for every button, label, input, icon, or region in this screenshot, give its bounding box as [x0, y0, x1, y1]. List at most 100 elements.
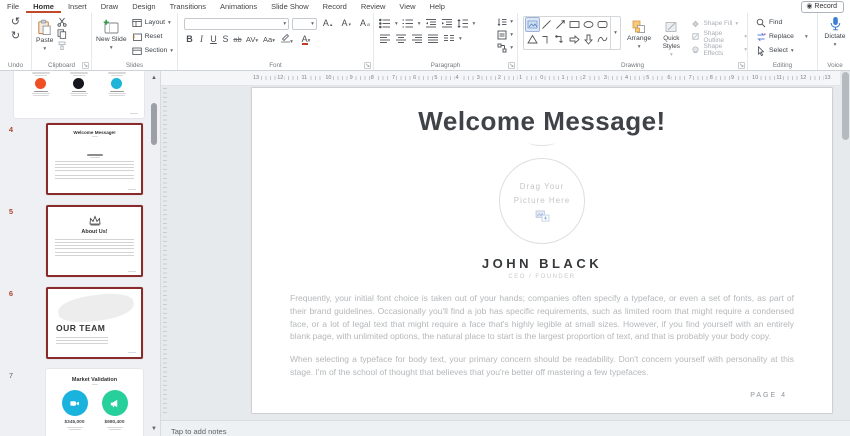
shapes-gallery-more-button[interactable]: ▾ — [610, 17, 620, 49]
triangle-shape-icon[interactable] — [526, 33, 539, 46]
character-spacing-button[interactable]: AV▾ — [244, 35, 260, 44]
strikethrough-button[interactable]: ab — [232, 35, 243, 44]
person-role[interactable]: CEO / FOUNDER — [252, 274, 832, 280]
down-arrow-shape-icon[interactable] — [582, 33, 595, 46]
thumbnail-slide-6[interactable]: OUR TEAM — [46, 287, 143, 359]
redo-icon[interactable]: ↻ — [0, 31, 31, 42]
thumb-scrollbar[interactable] — [151, 103, 157, 145]
slide-canvas[interactable]: Welcome Message! Drag Your Picture Here — [252, 88, 832, 413]
bullets-icon[interactable] — [379, 18, 391, 29]
change-case-button[interactable]: Aa▾ — [261, 35, 277, 44]
text-direction-button[interactable]: ▾ — [497, 16, 513, 27]
elbow-arrow-connector-shape-icon[interactable] — [554, 33, 567, 46]
freeform-shape-icon[interactable] — [596, 33, 609, 46]
decrease-font-size-button[interactable]: A ▾ — [338, 17, 354, 30]
justify-icon[interactable] — [427, 33, 439, 44]
thumb-scroll-up-icon[interactable]: ▲ — [151, 75, 157, 81]
replace-button[interactable]: Replace ▾ — [756, 31, 817, 42]
clipboard-dialog-launcher-icon[interactable]: ↘ — [82, 62, 89, 69]
menu-review[interactable]: Review — [354, 0, 393, 13]
line-spacing-icon[interactable] — [457, 18, 469, 29]
picture-placeholder-circle[interactable]: Drag Your Picture Here — [499, 158, 585, 244]
font-name-combobox[interactable]: ▾ — [184, 18, 289, 30]
elbow-connector-shape-icon[interactable] — [540, 33, 553, 46]
menu-record[interactable]: Record — [316, 0, 354, 13]
numbering-icon[interactable] — [402, 18, 414, 29]
align-center-icon[interactable] — [395, 33, 407, 44]
rounded-rectangle-shape-icon[interactable] — [596, 18, 609, 31]
line-shape-icon[interactable] — [540, 18, 553, 31]
align-right-icon[interactable] — [411, 33, 423, 44]
shape-effects-button[interactable]: Shape Effects ▾ — [691, 44, 747, 55]
cut-icon[interactable] — [57, 17, 67, 27]
oval-shape-icon[interactable] — [582, 18, 595, 31]
slide-title[interactable]: Welcome Message! — [252, 106, 832, 137]
format-painter-icon[interactable] — [57, 41, 67, 51]
find-button[interactable]: Find — [756, 17, 817, 28]
align-text-button[interactable]: ▾ — [497, 29, 513, 40]
font-dialog-launcher-icon[interactable]: ↘ — [364, 62, 371, 69]
notes-bar[interactable]: Tap to add notes — [161, 420, 850, 436]
line-arrow-shape-icon[interactable] — [554, 18, 567, 31]
right-arrow-shape-icon[interactable] — [568, 33, 581, 46]
decrease-indent-icon[interactable] — [425, 18, 437, 29]
text-highlight-button[interactable]: ▾ — [278, 33, 296, 45]
font-color-button[interactable]: A▾ — [297, 34, 315, 45]
thumbnail-slide-5[interactable]: About Us! — [46, 205, 143, 277]
drawing-dialog-launcher-icon[interactable]: ↘ — [738, 62, 745, 69]
rectangle-shape-icon[interactable] — [568, 18, 581, 31]
shadow-button[interactable]: S — [220, 34, 231, 44]
layout-button[interactable]: Layout ▾ — [132, 17, 173, 28]
picture-placeholder-shape-icon[interactable] — [526, 18, 539, 31]
thumbnail-slide-7[interactable]: Market Validation $345,000 — [46, 369, 143, 436]
team-member-mini — [60, 72, 98, 96]
line-spacing-dropdown-icon[interactable]: ▾ — [473, 21, 476, 27]
menu-draw[interactable]: Draw — [94, 0, 126, 13]
menu-view[interactable]: View — [392, 0, 422, 13]
select-button[interactable]: Select ▾ — [756, 45, 817, 56]
font-name-dropdown-icon[interactable]: ▾ — [283, 21, 286, 27]
main-scrollbar[interactable] — [842, 72, 849, 140]
insert-picture-icon[interactable] — [535, 210, 550, 222]
copy-icon[interactable] — [57, 29, 67, 39]
new-slide-dropdown-icon[interactable]: ▾ — [110, 45, 113, 51]
increase-indent-icon[interactable] — [441, 18, 453, 29]
italic-button[interactable]: I — [196, 34, 207, 44]
menu-animations[interactable]: Animations — [213, 0, 264, 13]
thumb-scroll-down-icon[interactable]: ▼ — [151, 426, 157, 432]
bullets-dropdown-icon[interactable]: ▾ — [395, 21, 398, 27]
menu-transitions[interactable]: Transitions — [163, 0, 213, 13]
menu-insert[interactable]: Insert — [61, 0, 94, 13]
page-indicator[interactable]: PAGE 4 — [750, 392, 787, 399]
dictate-button[interactable]: Dictate ▾ — [818, 13, 850, 48]
numbering-dropdown-icon[interactable]: ▾ — [418, 21, 421, 27]
convert-to-smartart-button[interactable]: ▾ — [497, 42, 513, 53]
thumbnail-slide-3[interactable] — [14, 70, 144, 118]
section-button[interactable]: Section ▾ — [132, 45, 173, 56]
menu-file[interactable]: File — [0, 0, 26, 13]
menu-help[interactable]: Help — [423, 0, 452, 13]
body-paragraph-1[interactable]: Frequently, your initial font choice is … — [290, 292, 794, 343]
menu-design[interactable]: Design — [125, 0, 162, 13]
menu-slide-show[interactable]: Slide Show — [264, 0, 316, 13]
columns-icon[interactable] — [443, 33, 455, 44]
align-left-icon[interactable] — [379, 33, 391, 44]
person-name[interactable]: JOHN BLACK — [252, 256, 832, 271]
paragraph-dialog-launcher-icon[interactable]: ↘ — [508, 62, 515, 69]
thumbnail-slide-4[interactable]: Welcome Message! — [46, 123, 143, 195]
shape-fill-button[interactable]: Shape Fill ▾ — [691, 18, 747, 29]
paste-dropdown-icon[interactable]: ▾ — [43, 46, 46, 52]
menu-home[interactable]: Home — [26, 0, 61, 13]
font-size-dropdown-icon[interactable]: ▾ — [311, 21, 314, 27]
record-button[interactable]: ◉ Record — [801, 1, 844, 13]
shape-outline-button[interactable]: Shape Outline ▾ — [691, 31, 747, 42]
reset-button[interactable]: Reset — [132, 31, 173, 42]
underline-button[interactable]: U — [208, 34, 219, 44]
columns-dropdown-icon[interactable]: ▾ — [459, 36, 462, 42]
increase-font-size-button[interactable]: A ▴ — [320, 17, 336, 30]
body-paragraph-2[interactable]: When selecting a typeface for body text,… — [290, 353, 794, 379]
clear-formatting-button[interactable]: A ⌀ — [357, 17, 373, 30]
font-size-combobox[interactable]: ▾ — [292, 18, 317, 30]
undo-icon[interactable]: ↺ — [0, 17, 31, 28]
bold-button[interactable]: B — [184, 34, 195, 44]
